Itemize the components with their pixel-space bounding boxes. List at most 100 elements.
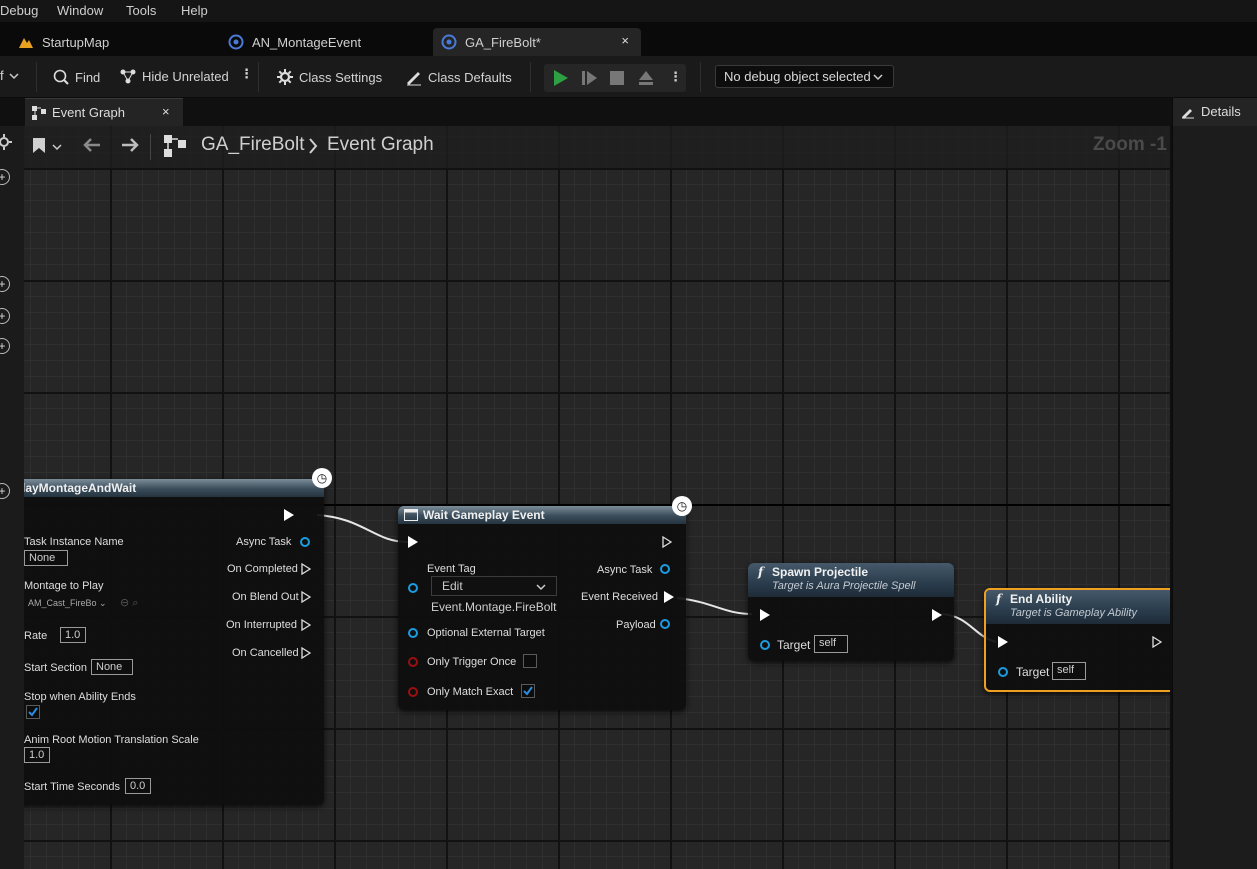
target-label: Target <box>777 638 811 652</box>
exec-in-pin[interactable] <box>998 636 1008 648</box>
toolbar-divider <box>530 62 531 92</box>
hide-unrelated-label: Hide Unrelated <box>142 68 229 84</box>
tab-an-montageevent[interactable]: AN_MontageEvent <box>220 28 425 56</box>
exec-out-pin[interactable] <box>301 563 311 575</box>
menu-window[interactable]: Window <box>57 3 103 18</box>
step-icon[interactable] <box>582 70 598 86</box>
tab-label: Event Graph <box>52 105 125 120</box>
class-settings-button[interactable]: Class Settings <box>276 68 382 86</box>
exec-in-pin[interactable] <box>760 609 770 621</box>
exec-out-pin[interactable] <box>301 647 311 659</box>
hide-unrelated-button[interactable]: Hide Unrelated <box>119 68 229 84</box>
async-task-pin[interactable] <box>300 537 310 547</box>
only-trigger-once-label: Only Trigger Once <box>427 656 517 668</box>
my-blueprint-panel-edge: + + + + + <box>0 126 24 869</box>
graph-tab-bar: Event Graph × <box>0 98 1172 126</box>
gear-icon <box>277 69 293 85</box>
chevron-down-icon <box>536 584 546 591</box>
find-icon <box>53 69 69 85</box>
target-pin[interactable] <box>998 667 1008 677</box>
end-ability-node[interactable]: f End Ability Target is Gameplay Ability… <box>984 588 1170 692</box>
toolbar-divider <box>700 62 701 92</box>
optional-target-pin[interactable] <box>408 628 418 638</box>
class-settings-label: Class Settings <box>299 69 383 85</box>
menu-help[interactable]: Help <box>181 3 208 18</box>
event-tag-edit-button[interactable]: Edit <box>431 576 557 596</box>
exec-in-pin[interactable] <box>408 536 418 548</box>
debug-object-select[interactable]: No debug object selected <box>715 65 894 88</box>
stop-when-ability-ends-checkbox[interactable] <box>26 705 40 719</box>
add-icon[interactable]: + <box>0 483 10 499</box>
task-instance-input[interactable]: None <box>24 550 68 566</box>
payload-label: Payload <box>616 619 656 631</box>
tab-label: AN_MontageEvent <box>252 34 362 50</box>
add-icon[interactable]: + <box>0 308 10 324</box>
class-defaults-label: Class Defaults <box>428 69 512 85</box>
event-tag-pin[interactable] <box>408 583 418 593</box>
node-header: f End Ability Target is Gameplay Ability <box>986 590 1170 624</box>
wait-gameplay-event-node[interactable]: Wait Gameplay Event Event Tag Edit Event… <box>398 506 686 710</box>
on-cancelled-label: On Cancelled <box>232 647 299 659</box>
node-header: layMontageAndWait <box>24 479 324 497</box>
more-options-icon[interactable]: ⋮ <box>669 69 682 85</box>
add-icon[interactable]: + <box>0 338 10 354</box>
node-title: Wait Gameplay Event <box>423 508 545 522</box>
bool-pin[interactable] <box>408 687 418 697</box>
tab-event-graph[interactable]: Event Graph × <box>25 98 183 126</box>
compile-dropdown-icon[interactable]: f <box>0 68 19 83</box>
exec-out-pin[interactable] <box>284 509 294 521</box>
async-task-pin[interactable] <box>660 564 670 574</box>
blueprint-icon <box>441 34 457 50</box>
exec-out-pin[interactable] <box>662 536 672 548</box>
details-icon <box>1182 109 1194 119</box>
graph-canvas[interactable]: GA_FireBolt Event Graph Zoom -1 layMonta… <box>24 126 1170 869</box>
add-icon[interactable]: + <box>0 276 10 292</box>
blueprint-icon <box>228 34 244 50</box>
on-completed-label: On Completed <box>227 563 298 575</box>
add-icon[interactable]: + <box>0 169 10 185</box>
tab-ga-firebolt[interactable]: GA_FireBolt* × <box>433 28 641 56</box>
target-input[interactable]: self <box>814 635 848 653</box>
browse-icon[interactable]: ⊖ ⌕ <box>120 596 138 610</box>
start-time-input[interactable]: 0.0 <box>125 778 151 794</box>
target-label: Target <box>1016 665 1050 679</box>
only-trigger-once-checkbox[interactable] <box>523 654 537 668</box>
montage-select[interactable]: AM_Cast_FireBo ⌄ <box>24 596 114 611</box>
target-pin[interactable] <box>760 640 770 650</box>
only-match-exact-checkbox[interactable] <box>521 684 535 698</box>
toolbar-divider <box>258 62 259 92</box>
tab-details[interactable]: Details <box>1173 98 1257 126</box>
spawn-projectile-node[interactable]: f Spawn Projectile Target is Aura Projec… <box>748 563 954 661</box>
root-motion-input[interactable]: 1.0 <box>24 747 50 763</box>
exec-out-pin[interactable] <box>301 619 311 631</box>
close-icon[interactable]: × <box>162 104 170 119</box>
target-input[interactable]: self <box>1052 662 1086 680</box>
play-montage-and-wait-node[interactable]: layMontageAndWait Task Instance Name Non… <box>24 479 324 805</box>
event-tag-label: Event Tag <box>427 563 476 575</box>
payload-pin[interactable] <box>660 619 670 629</box>
close-icon[interactable]: × <box>621 33 629 48</box>
node-header: f Spawn Projectile Target is Aura Projec… <box>748 563 954 597</box>
start-section-input[interactable]: None <box>91 659 133 675</box>
gear-icon[interactable] <box>0 134 12 150</box>
menu-debug[interactable]: Debug <box>0 3 38 18</box>
tab-startupmap[interactable]: StartupMap <box>10 28 215 56</box>
exec-out-pin[interactable] <box>664 591 674 603</box>
debug-object-label: No debug object selected <box>724 69 871 84</box>
more-options-icon[interactable]: ⋮ <box>240 66 253 82</box>
document-tab-bar: StartupMap AN_MontageEvent GA_FireBolt* … <box>0 22 1257 56</box>
exec-out-pin[interactable] <box>301 591 311 603</box>
menu-tools[interactable]: Tools <box>126 3 156 18</box>
play-icon[interactable] <box>553 70 569 86</box>
class-defaults-button[interactable]: Class Defaults <box>405 68 512 86</box>
exec-out-pin[interactable] <box>932 609 942 621</box>
bool-pin[interactable] <box>408 657 418 667</box>
eject-icon[interactable] <box>638 70 654 86</box>
exec-out-pin[interactable] <box>1152 636 1162 648</box>
rate-input[interactable]: 1.0 <box>60 627 86 643</box>
chevron-down-icon: ⌄ <box>99 598 107 608</box>
exec-wire <box>676 597 753 615</box>
stop-icon[interactable] <box>610 71 624 85</box>
task-icon <box>404 509 418 521</box>
find-button[interactable]: Find <box>52 68 100 86</box>
